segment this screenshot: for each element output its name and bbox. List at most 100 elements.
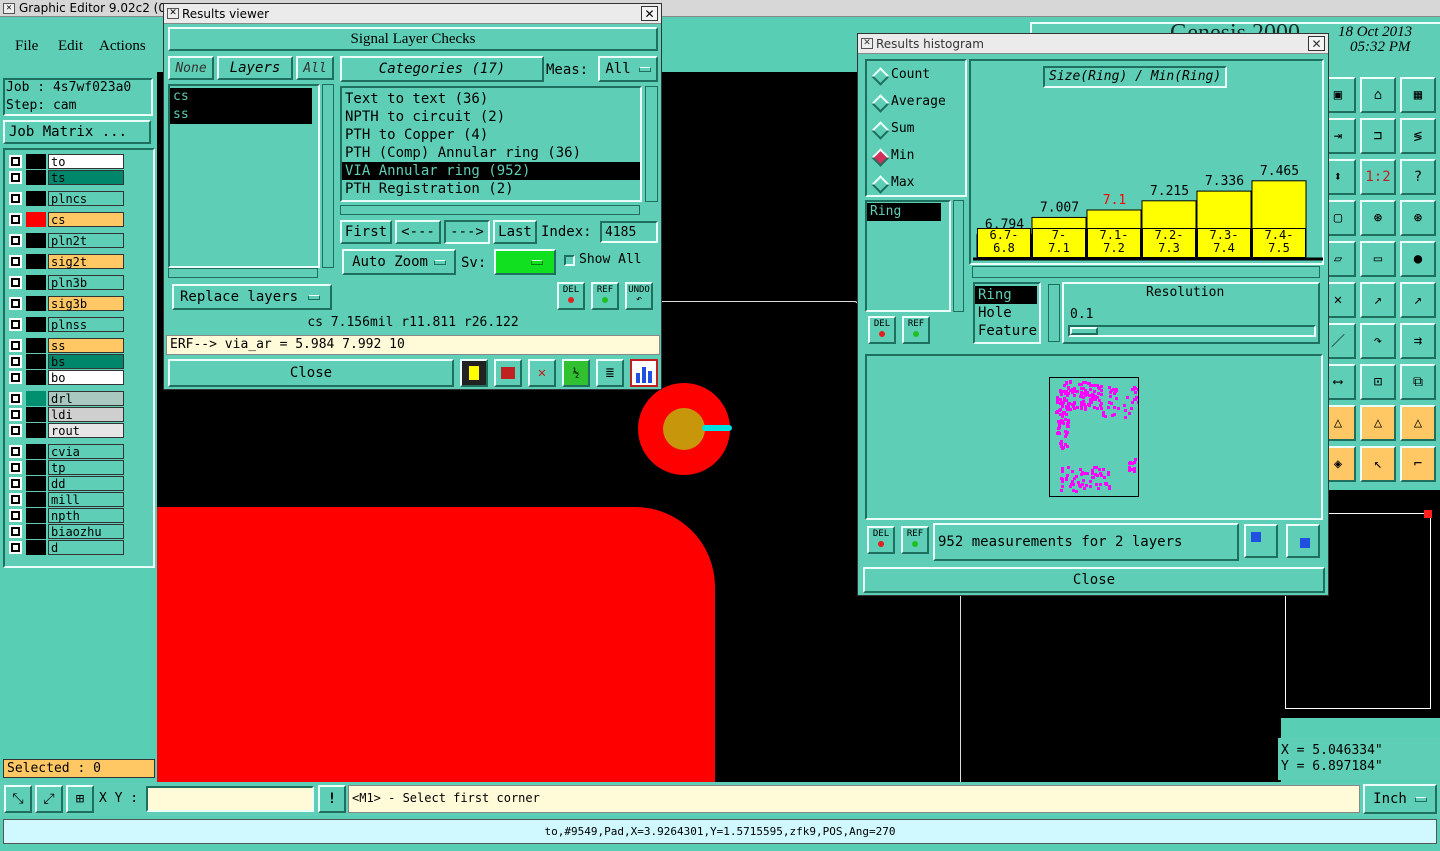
layer-color-swatch[interactable] [26,254,46,269]
layer-row-dd[interactable]: dd [8,476,124,491]
layer-color-swatch[interactable] [26,370,46,385]
categories-hscroll[interactable] [340,205,640,215]
sv-color-dropdown[interactable] [494,249,556,275]
category-item[interactable]: PTH Registration (2) [342,180,640,198]
layer-name[interactable]: sig3b [48,296,124,311]
zoom-area-icon[interactable]: ⤢ [35,785,63,813]
radio-count[interactable]: Count [871,65,961,85]
layer-checkbox[interactable] [9,297,22,310]
layer-row-ss[interactable]: ss [8,338,124,353]
layer-row-cvia[interactable]: cvia [8,444,124,459]
layer-name[interactable]: mill [48,492,124,507]
layer-checkbox[interactable] [9,424,22,437]
field-list-scrollbar[interactable] [1048,284,1060,342]
layer-color-swatch[interactable] [26,191,46,206]
report-icon[interactable]: ≣ [596,359,624,387]
layer-name[interactable]: rout [48,423,124,438]
layer-select-list[interactable]: cs ss [168,84,320,268]
meas-dropdown[interactable]: All [598,56,658,82]
category-item[interactable]: Text to text (36) [342,90,640,108]
close-icon[interactable]: ✕ [1308,36,1325,51]
layer-name[interactable]: tp [48,460,124,475]
filter-icon[interactable]: ≶ [1400,118,1436,154]
layer-row-sig3b[interactable]: sig3b [8,296,124,311]
layer-list-hscroll[interactable] [168,268,318,278]
layer-name[interactable]: biaozhu [48,524,124,539]
hist-ref-icon[interactable]: REF [902,316,930,344]
home-icon[interactable]: ⌂ [1360,77,1396,113]
layer-color-swatch[interactable] [26,540,46,555]
layer-name[interactable]: d [48,540,124,555]
layer-color-swatch[interactable] [26,524,46,539]
layer-checkbox[interactable] [9,234,22,247]
layer-color-swatch[interactable] [26,476,46,491]
layer-row-d[interactable]: d [8,540,124,555]
layer-checkbox[interactable] [9,392,22,405]
slider-thumb[interactable] [1070,327,1098,335]
first-button[interactable]: First [340,220,392,244]
layer-checkbox[interactable] [9,255,22,268]
all-layers-button[interactable]: All [296,56,334,80]
layer-name[interactable]: ldi [48,407,124,422]
units-dropdown[interactable]: Inch [1363,784,1437,814]
layer-color-swatch[interactable] [26,275,46,290]
layer-color-swatch[interactable] [26,296,46,311]
line2-icon[interactable]: ↗ [1400,282,1436,318]
ref-icon[interactable]: REF [591,282,619,310]
layer-list-scrollbar[interactable] [322,84,334,268]
layer-name[interactable]: pln2t [48,233,124,248]
layer-name[interactable]: npth [48,508,124,523]
layer-color-swatch[interactable] [26,407,46,422]
layer-color-swatch[interactable] [26,170,46,185]
layer-row-ts[interactable]: ts [8,170,124,185]
layer-checkbox[interactable] [9,355,22,368]
layer-checkbox[interactable] [9,155,22,168]
layout-icon[interactable]: ▦ [1400,77,1436,113]
xy-input[interactable] [146,786,314,812]
category-item[interactable]: PTH to Copper (4) [342,126,640,144]
close-icon[interactable]: ✕ [641,6,658,21]
layer-name[interactable]: cs [48,212,124,227]
index-input[interactable] [600,221,658,243]
dot-icon[interactable]: ● [1400,241,1436,277]
layer-row-mill[interactable]: mill [8,492,124,507]
layer-name[interactable]: sig2t [48,254,124,269]
marker-icon[interactable] [494,359,522,387]
layer-checkbox[interactable] [9,461,22,474]
layer-color-swatch[interactable] [26,492,46,507]
layer-checkbox[interactable] [9,276,22,289]
replace-layers-dropdown[interactable]: Replace layers [172,284,332,310]
route-icon[interactable]: ⌐ [1400,446,1436,482]
layer-checkbox[interactable] [9,493,22,506]
meas-list-scrollbar[interactable] [953,200,964,312]
layer-checkbox[interactable] [9,541,22,554]
layer-row-drl[interactable]: drl [8,391,124,406]
layer-checkbox[interactable] [9,171,22,184]
results-close-button[interactable]: Close [168,359,454,387]
select-icon[interactable]: ↖ [1360,446,1396,482]
radio-average[interactable]: Average [871,92,961,112]
layer-row-npth[interactable]: npth [8,508,124,523]
sequence-icon[interactable]: ½ [562,359,590,387]
arc3-icon[interactable]: △ [1400,405,1436,441]
layer-row-rout[interactable]: rout [8,423,124,438]
layer-name[interactable]: dd [48,476,124,491]
layer-row-cs[interactable]: cs [8,212,124,227]
export-icon[interactable] [1244,524,1278,558]
layer-row-to[interactable]: to [8,154,124,169]
layer-checkbox[interactable] [9,408,22,421]
layer-name[interactable]: cvia [48,444,124,459]
layer-color-swatch[interactable] [26,317,46,332]
none-button[interactable]: None [168,56,214,80]
flow-icon[interactable]: ⇉ [1400,323,1436,359]
meas-select-list[interactable]: Ring [865,200,951,312]
layer-color-swatch[interactable] [26,423,46,438]
rotate-icon[interactable]: ↷ [1360,323,1396,359]
layer-row-pln2t[interactable]: pln2t [8,233,124,248]
field-list-item[interactable]: Hole [975,304,1039,322]
layer-row-ldi[interactable]: ldi [8,407,124,422]
layer-name[interactable]: plnss [48,317,124,332]
chart-hscroll[interactable] [972,266,1320,278]
net-icon[interactable]: ⊛ [1360,200,1396,236]
histogram-close-button[interactable]: Close [863,567,1325,593]
